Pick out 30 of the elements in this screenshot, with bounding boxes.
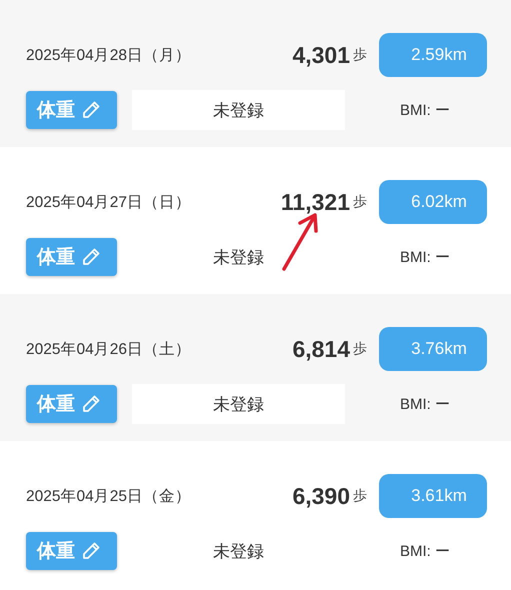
distance-button[interactable]: 6.02km xyxy=(379,180,487,224)
weight-field[interactable]: 未登録 xyxy=(132,384,345,424)
weight-button[interactable]: 体重 xyxy=(26,91,117,129)
date-label: 2025年04月25日（金） xyxy=(26,486,191,506)
distance-button[interactable]: 3.76km xyxy=(379,327,487,371)
bmi-label: BMI: ー xyxy=(400,542,450,560)
date-label: 2025年04月26日（土） xyxy=(26,340,191,360)
weight-button[interactable]: 体重 xyxy=(26,385,117,423)
step-count: 6,390 xyxy=(292,482,350,510)
distance-button[interactable]: 2.59km xyxy=(379,33,487,77)
date-label: 2025年04月28日（月） xyxy=(26,46,191,66)
weight-field[interactable]: 未登録 xyxy=(132,90,345,130)
step-count: 4,301 xyxy=(292,42,350,68)
weight-button[interactable]: 体重 xyxy=(26,532,117,570)
bmi-label: BMI: ー xyxy=(400,394,450,414)
weight-button[interactable]: 体重 xyxy=(26,238,117,276)
pencil-icon xyxy=(81,100,101,120)
pencil-icon xyxy=(81,247,101,267)
steps-unit: 歩 xyxy=(353,46,367,64)
pencil-icon xyxy=(81,394,101,414)
step-count: 6,814 xyxy=(292,336,350,362)
steps-unit: 歩 xyxy=(353,193,367,211)
pencil-icon xyxy=(81,541,101,561)
step-count: 11,321 xyxy=(280,188,350,216)
steps-unit: 歩 xyxy=(353,340,367,358)
date-label: 2025年04月27日（日） xyxy=(26,192,191,212)
distance-button[interactable]: 3.61km xyxy=(379,474,487,518)
steps-unit: 歩 xyxy=(353,487,367,505)
bmi-label: BMI: ー xyxy=(400,100,450,120)
bmi-label: BMI: ー xyxy=(400,248,450,266)
